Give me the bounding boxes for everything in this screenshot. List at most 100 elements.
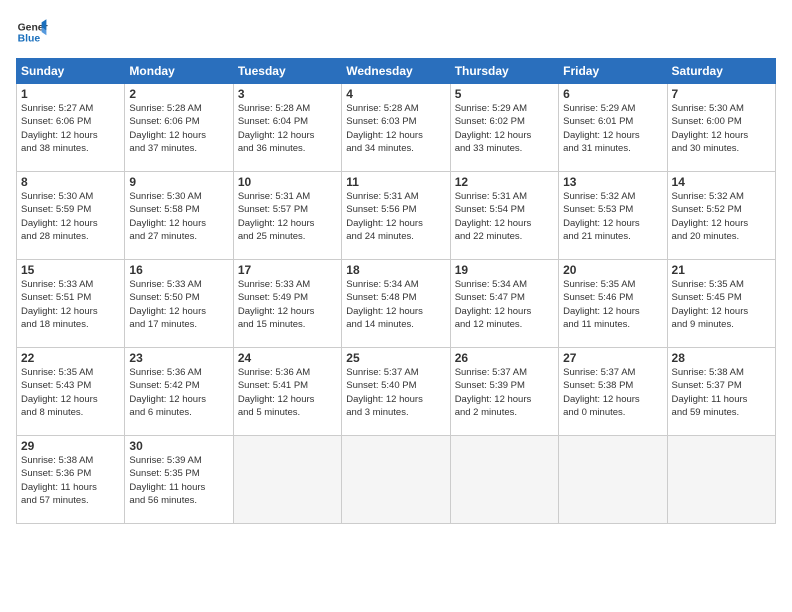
day-header-monday: Monday: [125, 59, 233, 84]
day-number: 13: [563, 175, 662, 189]
day-info: Sunrise: 5:31 AM Sunset: 5:56 PM Dayligh…: [346, 190, 445, 243]
day-info: Sunrise: 5:35 AM Sunset: 5:45 PM Dayligh…: [672, 278, 771, 331]
day-number: 24: [238, 351, 337, 365]
day-cell-26: 26Sunrise: 5:37 AM Sunset: 5:39 PM Dayli…: [450, 348, 558, 436]
day-cell-25: 25Sunrise: 5:37 AM Sunset: 5:40 PM Dayli…: [342, 348, 450, 436]
day-number: 21: [672, 263, 771, 277]
week-row-2: 8Sunrise: 5:30 AM Sunset: 5:59 PM Daylig…: [17, 172, 776, 260]
day-cell-21: 21Sunrise: 5:35 AM Sunset: 5:45 PM Dayli…: [667, 260, 775, 348]
day-cell-24: 24Sunrise: 5:36 AM Sunset: 5:41 PM Dayli…: [233, 348, 341, 436]
day-cell-19: 19Sunrise: 5:34 AM Sunset: 5:47 PM Dayli…: [450, 260, 558, 348]
day-cell-9: 9Sunrise: 5:30 AM Sunset: 5:58 PM Daylig…: [125, 172, 233, 260]
day-number: 30: [129, 439, 228, 453]
day-number: 25: [346, 351, 445, 365]
day-info: Sunrise: 5:30 AM Sunset: 5:59 PM Dayligh…: [21, 190, 120, 243]
day-number: 3: [238, 87, 337, 101]
day-number: 22: [21, 351, 120, 365]
day-number: 11: [346, 175, 445, 189]
empty-cell: [450, 436, 558, 524]
day-cell-8: 8Sunrise: 5:30 AM Sunset: 5:59 PM Daylig…: [17, 172, 125, 260]
day-info: Sunrise: 5:35 AM Sunset: 5:46 PM Dayligh…: [563, 278, 662, 331]
day-number: 12: [455, 175, 554, 189]
day-header-friday: Friday: [559, 59, 667, 84]
day-cell-17: 17Sunrise: 5:33 AM Sunset: 5:49 PM Dayli…: [233, 260, 341, 348]
day-number: 9: [129, 175, 228, 189]
day-info: Sunrise: 5:27 AM Sunset: 6:06 PM Dayligh…: [21, 102, 120, 155]
day-info: Sunrise: 5:37 AM Sunset: 5:38 PM Dayligh…: [563, 366, 662, 419]
day-info: Sunrise: 5:32 AM Sunset: 5:52 PM Dayligh…: [672, 190, 771, 243]
day-cell-3: 3Sunrise: 5:28 AM Sunset: 6:04 PM Daylig…: [233, 84, 341, 172]
day-cell-20: 20Sunrise: 5:35 AM Sunset: 5:46 PM Dayli…: [559, 260, 667, 348]
day-number: 15: [21, 263, 120, 277]
day-header-tuesday: Tuesday: [233, 59, 341, 84]
day-number: 18: [346, 263, 445, 277]
day-info: Sunrise: 5:28 AM Sunset: 6:06 PM Dayligh…: [129, 102, 228, 155]
day-cell-12: 12Sunrise: 5:31 AM Sunset: 5:54 PM Dayli…: [450, 172, 558, 260]
empty-cell: [342, 436, 450, 524]
day-number: 7: [672, 87, 771, 101]
empty-cell: [559, 436, 667, 524]
day-number: 5: [455, 87, 554, 101]
day-info: Sunrise: 5:28 AM Sunset: 6:04 PM Dayligh…: [238, 102, 337, 155]
day-info: Sunrise: 5:33 AM Sunset: 5:50 PM Dayligh…: [129, 278, 228, 331]
day-number: 10: [238, 175, 337, 189]
day-info: Sunrise: 5:33 AM Sunset: 5:49 PM Dayligh…: [238, 278, 337, 331]
day-info: Sunrise: 5:30 AM Sunset: 6:00 PM Dayligh…: [672, 102, 771, 155]
day-cell-22: 22Sunrise: 5:35 AM Sunset: 5:43 PM Dayli…: [17, 348, 125, 436]
day-info: Sunrise: 5:36 AM Sunset: 5:42 PM Dayligh…: [129, 366, 228, 419]
day-info: Sunrise: 5:37 AM Sunset: 5:40 PM Dayligh…: [346, 366, 445, 419]
logo: General Blue: [16, 16, 48, 48]
day-info: Sunrise: 5:31 AM Sunset: 5:54 PM Dayligh…: [455, 190, 554, 243]
day-number: 14: [672, 175, 771, 189]
day-number: 23: [129, 351, 228, 365]
day-info: Sunrise: 5:35 AM Sunset: 5:43 PM Dayligh…: [21, 366, 120, 419]
day-cell-27: 27Sunrise: 5:37 AM Sunset: 5:38 PM Dayli…: [559, 348, 667, 436]
day-cell-5: 5Sunrise: 5:29 AM Sunset: 6:02 PM Daylig…: [450, 84, 558, 172]
page-header: General Blue: [16, 16, 776, 48]
day-info: Sunrise: 5:31 AM Sunset: 5:57 PM Dayligh…: [238, 190, 337, 243]
day-header-saturday: Saturday: [667, 59, 775, 84]
day-cell-14: 14Sunrise: 5:32 AM Sunset: 5:52 PM Dayli…: [667, 172, 775, 260]
day-number: 26: [455, 351, 554, 365]
day-header-sunday: Sunday: [17, 59, 125, 84]
empty-cell: [667, 436, 775, 524]
week-row-1: 1Sunrise: 5:27 AM Sunset: 6:06 PM Daylig…: [17, 84, 776, 172]
day-cell-4: 4Sunrise: 5:28 AM Sunset: 6:03 PM Daylig…: [342, 84, 450, 172]
day-info: Sunrise: 5:37 AM Sunset: 5:39 PM Dayligh…: [455, 366, 554, 419]
day-cell-28: 28Sunrise: 5:38 AM Sunset: 5:37 PM Dayli…: [667, 348, 775, 436]
day-info: Sunrise: 5:28 AM Sunset: 6:03 PM Dayligh…: [346, 102, 445, 155]
day-info: Sunrise: 5:34 AM Sunset: 5:48 PM Dayligh…: [346, 278, 445, 331]
day-cell-1: 1Sunrise: 5:27 AM Sunset: 6:06 PM Daylig…: [17, 84, 125, 172]
calendar-header-row: SundayMondayTuesdayWednesdayThursdayFrid…: [17, 59, 776, 84]
day-cell-15: 15Sunrise: 5:33 AM Sunset: 5:51 PM Dayli…: [17, 260, 125, 348]
day-header-thursday: Thursday: [450, 59, 558, 84]
day-number: 20: [563, 263, 662, 277]
day-number: 19: [455, 263, 554, 277]
day-number: 29: [21, 439, 120, 453]
logo-icon: General Blue: [16, 16, 48, 48]
day-number: 6: [563, 87, 662, 101]
week-row-5: 29Sunrise: 5:38 AM Sunset: 5:36 PM Dayli…: [17, 436, 776, 524]
day-number: 4: [346, 87, 445, 101]
day-info: Sunrise: 5:30 AM Sunset: 5:58 PM Dayligh…: [129, 190, 228, 243]
day-number: 2: [129, 87, 228, 101]
day-info: Sunrise: 5:33 AM Sunset: 5:51 PM Dayligh…: [21, 278, 120, 331]
day-cell-18: 18Sunrise: 5:34 AM Sunset: 5:48 PM Dayli…: [342, 260, 450, 348]
day-number: 16: [129, 263, 228, 277]
day-cell-16: 16Sunrise: 5:33 AM Sunset: 5:50 PM Dayli…: [125, 260, 233, 348]
day-number: 1: [21, 87, 120, 101]
day-info: Sunrise: 5:36 AM Sunset: 5:41 PM Dayligh…: [238, 366, 337, 419]
day-cell-23: 23Sunrise: 5:36 AM Sunset: 5:42 PM Dayli…: [125, 348, 233, 436]
day-cell-2: 2Sunrise: 5:28 AM Sunset: 6:06 PM Daylig…: [125, 84, 233, 172]
day-number: 8: [21, 175, 120, 189]
empty-cell: [233, 436, 341, 524]
day-cell-13: 13Sunrise: 5:32 AM Sunset: 5:53 PM Dayli…: [559, 172, 667, 260]
day-info: Sunrise: 5:29 AM Sunset: 6:01 PM Dayligh…: [563, 102, 662, 155]
day-number: 28: [672, 351, 771, 365]
day-cell-11: 11Sunrise: 5:31 AM Sunset: 5:56 PM Dayli…: [342, 172, 450, 260]
day-info: Sunrise: 5:38 AM Sunset: 5:36 PM Dayligh…: [21, 454, 120, 507]
day-cell-29: 29Sunrise: 5:38 AM Sunset: 5:36 PM Dayli…: [17, 436, 125, 524]
day-cell-30: 30Sunrise: 5:39 AM Sunset: 5:35 PM Dayli…: [125, 436, 233, 524]
day-cell-6: 6Sunrise: 5:29 AM Sunset: 6:01 PM Daylig…: [559, 84, 667, 172]
day-info: Sunrise: 5:32 AM Sunset: 5:53 PM Dayligh…: [563, 190, 662, 243]
